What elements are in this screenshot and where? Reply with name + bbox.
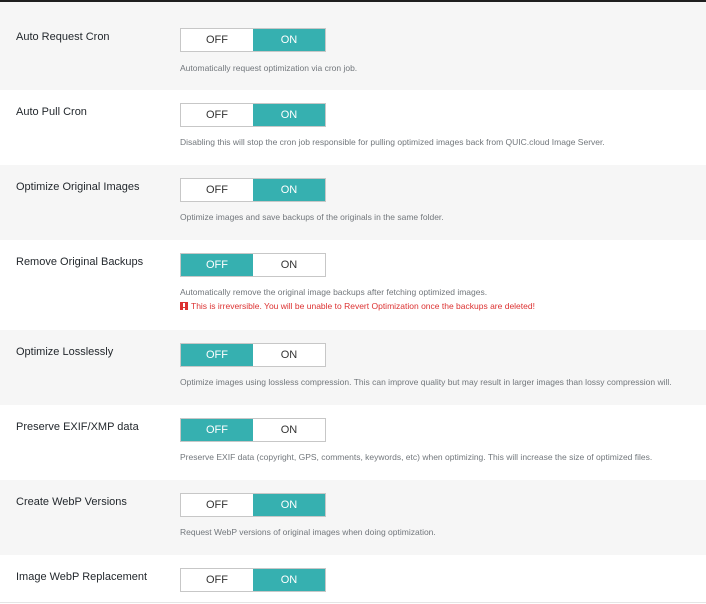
toggle-off-option[interactable]: OFF [181,254,253,276]
setting-row-auto-pull-cron: Auto Pull Cron OFF ON Disabling this wil… [0,90,706,165]
toggle-off-option[interactable]: OFF [181,104,253,126]
setting-label: Optimize Original Images [16,181,140,193]
create-webp-versions-toggle[interactable]: OFF ON [180,493,326,517]
setting-label: Auto Request Cron [16,31,110,43]
setting-label: Auto Pull Cron [16,106,87,118]
toggle-on-option[interactable]: ON [253,419,325,441]
bottom-divider [0,602,706,603]
setting-label: Optimize Losslessly [16,346,114,358]
toggle-on-option[interactable]: ON [253,254,325,276]
toggle-on-option[interactable]: ON [253,29,325,51]
preserve-exif-xmp-toggle[interactable]: OFF ON [180,418,326,442]
toggle-off-option[interactable]: OFF [181,494,253,516]
toggle-on-option[interactable]: ON [253,179,325,201]
setting-description: Optimize images and save backups of the … [180,212,444,222]
setting-description: Optimize images using lossless compressi… [180,377,672,387]
setting-row-create-webp-versions: Create WebP Versions OFF ON Request WebP… [0,480,706,555]
setting-description: Request WebP versions of original images… [180,527,436,537]
optimize-original-images-toggle[interactable]: OFF ON [180,178,326,202]
setting-row-preserve-exif-xmp: Preserve EXIF/XMP data OFF ON Preserve E… [0,405,706,480]
optimize-losslessly-toggle[interactable]: OFF ON [180,343,326,367]
toggle-on-option[interactable]: ON [253,569,325,591]
toggle-on-option[interactable]: ON [253,494,325,516]
toggle-off-option[interactable]: OFF [181,179,253,201]
setting-description: Preserve EXIF data (copyright, GPS, comm… [180,452,653,462]
setting-row-remove-original-backups: Remove Original Backups OFF ON Automatic… [0,240,706,330]
toggle-off-option[interactable]: OFF [181,344,253,366]
toggle-on-option[interactable]: ON [253,104,325,126]
setting-description: Automatically remove the original image … [180,287,488,297]
remove-original-backups-toggle[interactable]: OFF ON [180,253,326,277]
setting-label: Remove Original Backups [16,256,144,268]
irreversible-warning: This is irreversible. You will be unable… [180,301,535,311]
toggle-on-option[interactable]: ON [253,344,325,366]
warning-icon [180,302,188,310]
setting-row-image-webp-replacement: Image WebP Replacement OFF ON [0,555,706,604]
toggle-off-option[interactable]: OFF [181,29,253,51]
setting-label: Create WebP Versions [16,496,127,508]
image-webp-replacement-toggle[interactable]: OFF ON [180,568,326,592]
setting-row-optimize-losslessly: Optimize Losslessly OFF ON Optimize imag… [0,330,706,405]
warning-text: This is irreversible. You will be unable… [191,301,535,311]
toggle-off-option[interactable]: OFF [181,569,253,591]
setting-label: Preserve EXIF/XMP data [16,421,139,433]
setting-row-auto-request-cron: Auto Request Cron OFF ON Automatically r… [0,2,706,90]
auto-request-cron-toggle[interactable]: OFF ON [180,28,326,52]
auto-pull-cron-toggle[interactable]: OFF ON [180,103,326,127]
toggle-off-option[interactable]: OFF [181,419,253,441]
setting-row-optimize-original-images: Optimize Original Images OFF ON Optimize… [0,165,706,240]
setting-description: Disabling this will stop the cron job re… [180,137,605,147]
setting-label: Image WebP Replacement [16,571,148,583]
setting-description: Automatically request optimization via c… [180,63,358,73]
